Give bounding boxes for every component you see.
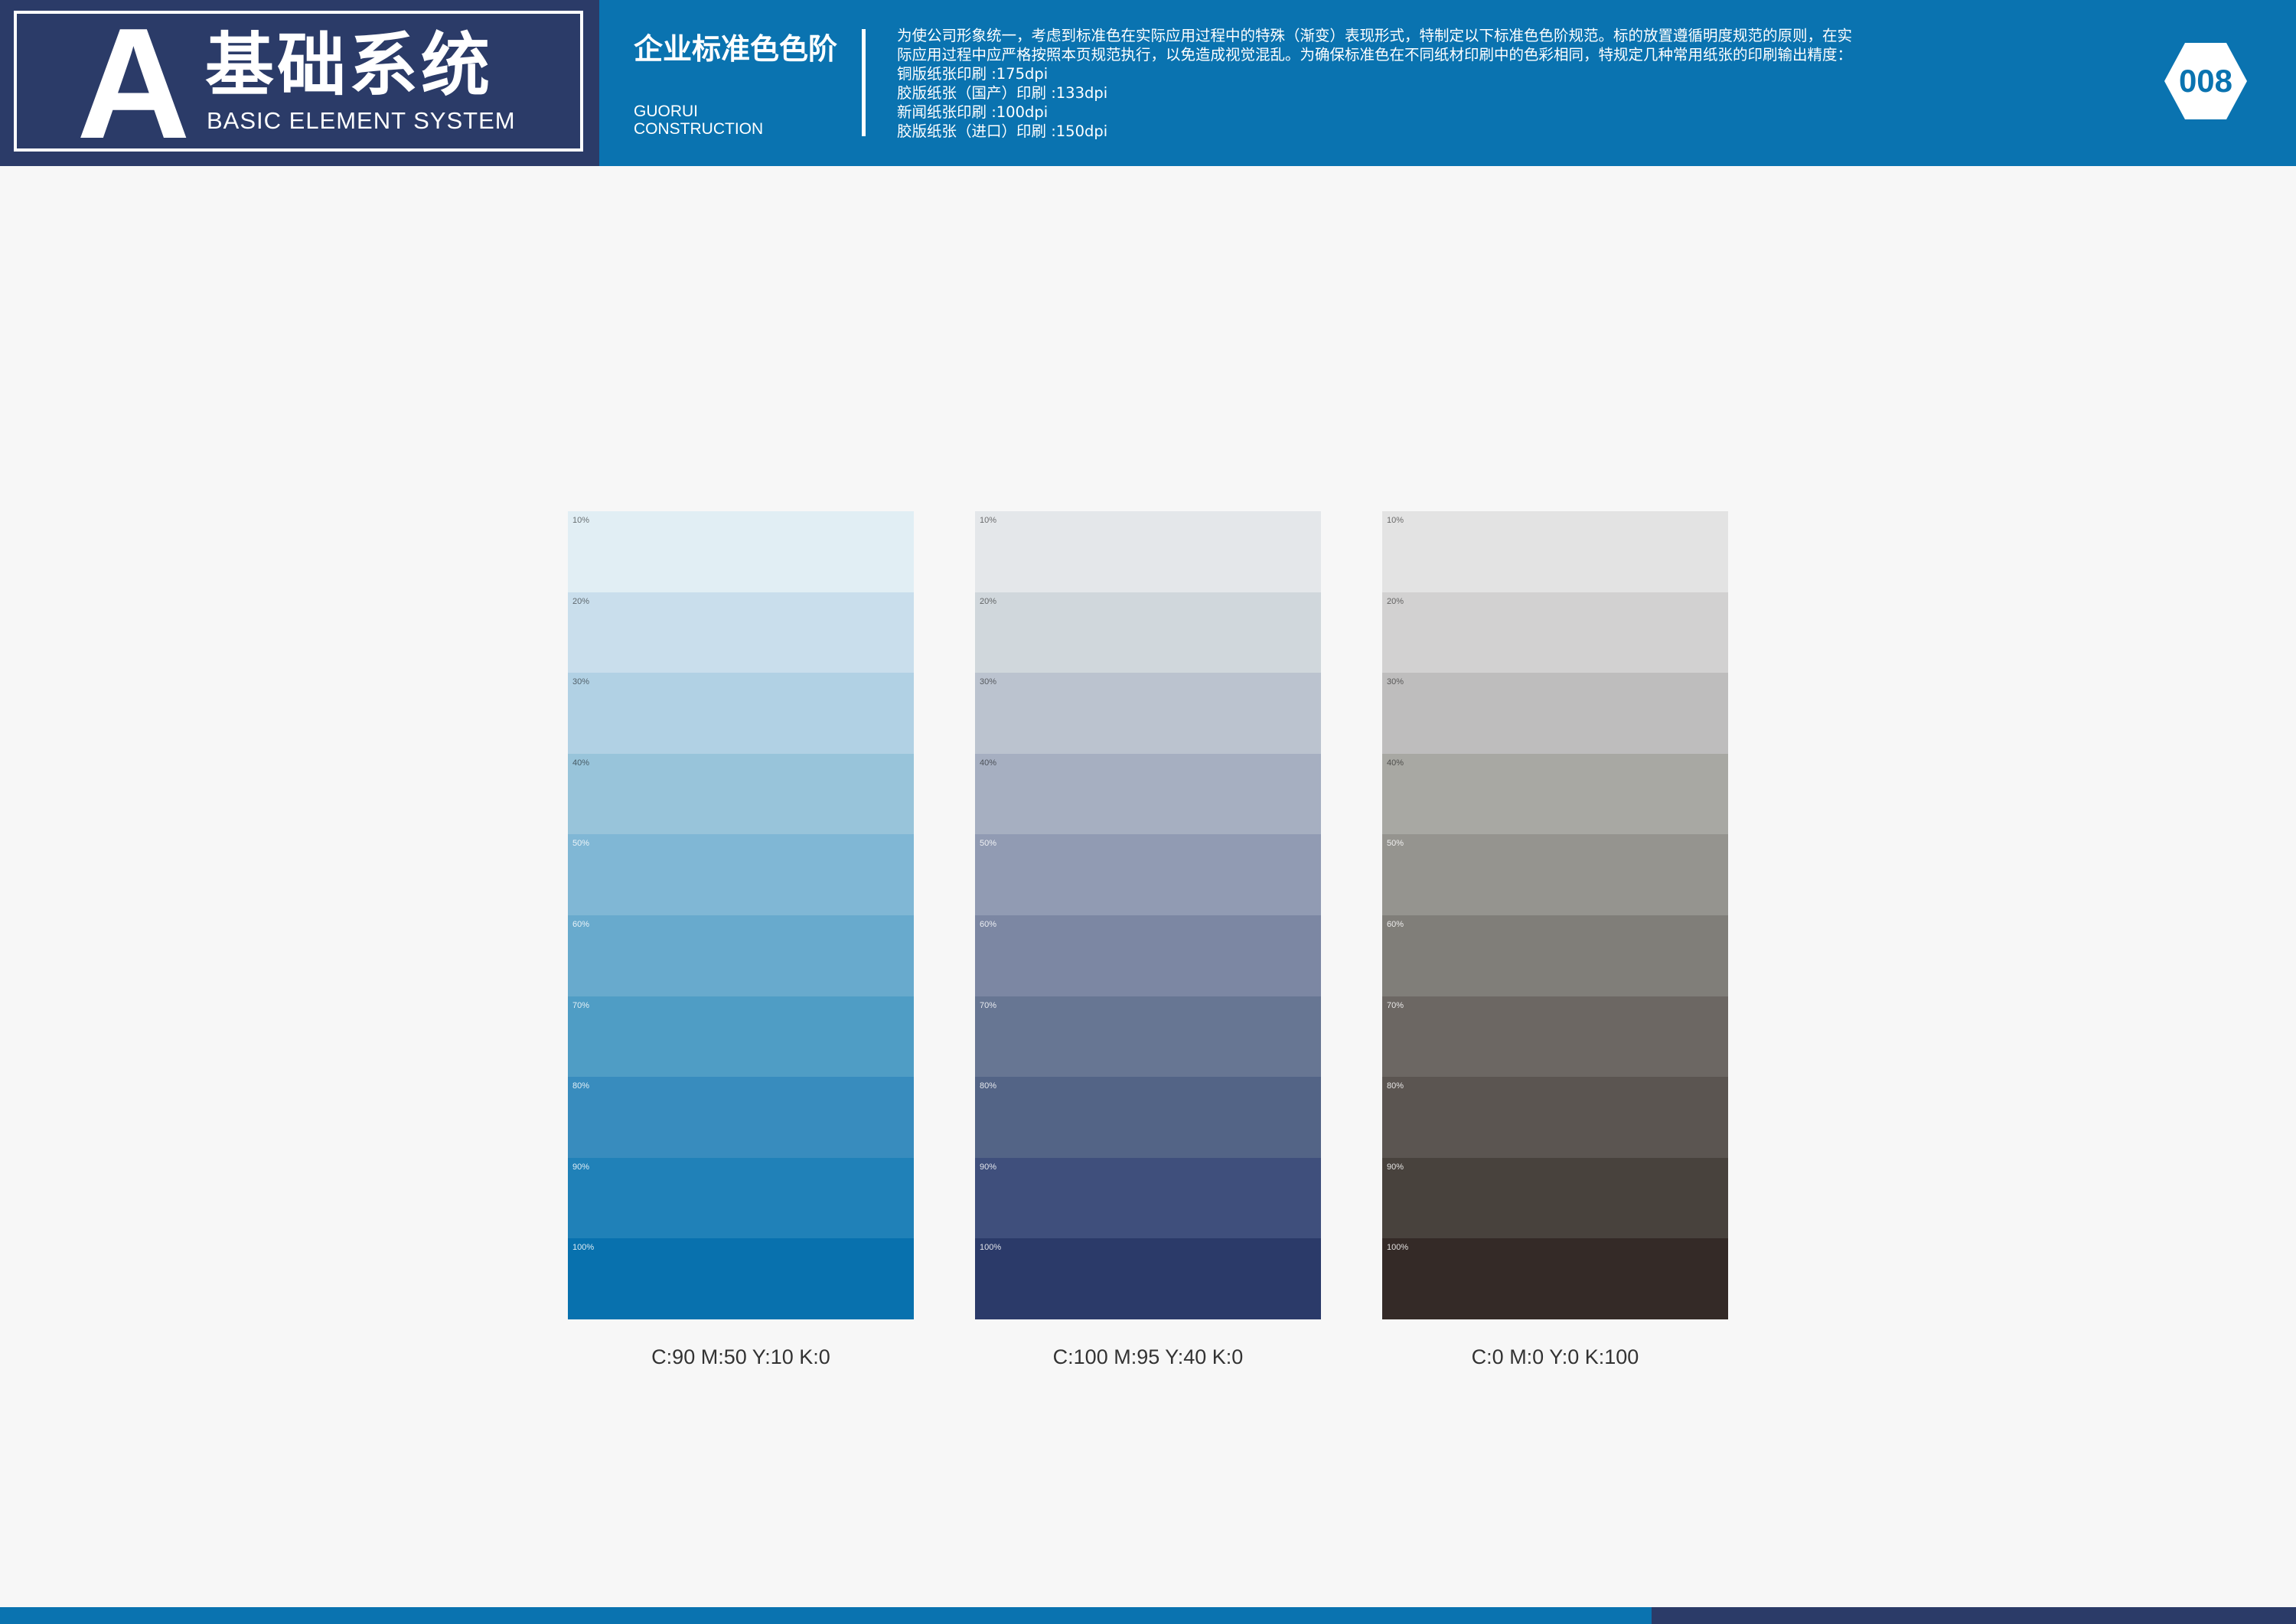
color-swatch: 100% [568, 1238, 914, 1319]
header-logo-block: A 基础系统 BASIC ELEMENT SYSTEM [0, 0, 599, 166]
color-swatch: 50% [1382, 834, 1728, 915]
swatch-percent-label: 80% [1387, 1081, 1404, 1091]
color-swatch: 90% [1382, 1157, 1728, 1239]
swatch-percent-label: 100% [572, 1243, 595, 1253]
swatch-percent-label: 50% [1387, 839, 1404, 849]
color-swatch: 10% [975, 511, 1321, 592]
description-text: 为使公司形象统一，考虑到标准色在实际应用过程中的特殊（渐变）表现形式，特制定以下… [897, 26, 1857, 141]
page-number: 008 [2178, 63, 2233, 99]
color-swatch: 60% [1382, 915, 1728, 996]
color-swatch: 70% [568, 996, 914, 1078]
swatch-percent-label: 60% [572, 919, 590, 929]
system-subtitle: BASIC ELEMENT SYSTEM [207, 107, 516, 134]
swatch-percent-label: 20% [572, 596, 590, 606]
color-swatch: 90% [568, 1157, 914, 1239]
palette-blue-scale: 10% 20% 30% 40% 50% 60% 70% 80% 90% 100% [568, 511, 914, 1319]
swatch-percent-label: 70% [1387, 1000, 1404, 1010]
color-swatch: 30% [1382, 673, 1728, 754]
swatch-percent-label: 10% [572, 516, 590, 525]
description-paragraph: 为使公司形象统一，考虑到标准色在实际应用过程中的特殊（渐变）表现形式，特制定以下… [897, 27, 1853, 64]
company-name-line-2: CONSTRUCTION [634, 120, 764, 138]
color-swatch: 30% [975, 673, 1321, 754]
company-name-line-1: GUORUI [634, 103, 698, 120]
swatch-percent-label: 30% [980, 677, 997, 687]
print-spec-item: 胶版纸张（进口）印刷 :150dpi [897, 122, 1108, 140]
color-swatch: 50% [975, 834, 1321, 915]
swatch-percent-label: 40% [1387, 758, 1404, 768]
color-swatch: 50% [568, 834, 914, 915]
page-number-badge: 008 [2164, 43, 2247, 119]
palette-black-caption: C:0 M:0 Y:0 K:100 [1471, 1345, 1639, 1368]
swatch-percent-label: 30% [1387, 677, 1404, 687]
swatch-percent-label: 100% [1387, 1243, 1409, 1253]
header-divider [862, 29, 866, 136]
swatch-percent-label: 70% [572, 1000, 590, 1010]
color-swatch: 10% [1382, 511, 1728, 592]
swatch-percent-label: 40% [572, 758, 590, 768]
section-title: 企业标准色色阶 [634, 32, 838, 66]
color-swatch: 100% [975, 1238, 1321, 1319]
swatch-percent-label: 40% [980, 758, 997, 768]
swatch-percent-label: 90% [980, 1162, 997, 1172]
color-swatch: 70% [975, 996, 1321, 1078]
swatch-percent-label: 100% [980, 1243, 1002, 1253]
color-swatch: 70% [1382, 996, 1728, 1078]
color-swatch: 10% [568, 511, 914, 592]
color-swatch: 40% [975, 753, 1321, 835]
system-title: 基础系统 [205, 25, 493, 106]
footer-bar-navy [1652, 1607, 2296, 1624]
swatch-percent-label: 90% [572, 1162, 590, 1172]
swatch-percent-label: 30% [572, 677, 590, 687]
color-swatch: 60% [975, 915, 1321, 996]
swatch-percent-label: 90% [1387, 1162, 1404, 1172]
swatch-percent-label: 60% [980, 919, 997, 929]
color-swatch: 60% [568, 915, 914, 996]
color-swatch: 80% [975, 1077, 1321, 1158]
swatch-percent-label: 10% [980, 516, 997, 525]
page-header: A 基础系统 BASIC ELEMENT SYSTEM 企业标准色色阶 GUOR… [0, 0, 2296, 166]
print-spec-item: 新闻纸张印刷 :100dpi [897, 103, 1049, 121]
swatch-percent-label: 20% [980, 596, 997, 606]
color-swatch: 100% [1382, 1238, 1728, 1319]
swatch-percent-label: 50% [980, 839, 997, 849]
swatch-percent-label: 70% [980, 1000, 997, 1010]
company-name-english: GUORUI CONSTRUCTION [634, 103, 833, 138]
color-swatch: 80% [1382, 1077, 1728, 1158]
print-spec-item: 胶版纸张（国产）印刷 :133dpi [897, 84, 1108, 102]
palette-navy-scale: 10% 20% 30% 40% 50% 60% 70% 80% 90% 100% [975, 511, 1321, 1319]
swatch-percent-label: 50% [572, 839, 590, 849]
color-swatch: 20% [1382, 592, 1728, 673]
color-swatch: 20% [568, 592, 914, 673]
swatch-percent-label: 60% [1387, 919, 1404, 929]
swatch-percent-label: 10% [1387, 516, 1404, 525]
swatch-percent-label: 20% [1387, 596, 1404, 606]
palette-navy-caption: C:100 M:95 Y:40 K:0 [1052, 1345, 1244, 1368]
print-spec-item: 铜版纸张印刷 :175dpi [897, 65, 1049, 83]
color-swatch: 80% [568, 1077, 914, 1158]
color-swatch: 90% [975, 1157, 1321, 1239]
color-swatch: 40% [1382, 753, 1728, 835]
color-swatch: 30% [568, 673, 914, 754]
palette-blue-caption: C:90 M:50 Y:10 K:0 [651, 1345, 830, 1368]
section-letter: A [77, 0, 191, 171]
color-swatch: 40% [568, 753, 914, 835]
swatch-percent-label: 80% [572, 1081, 590, 1091]
color-swatch: 20% [975, 592, 1321, 673]
footer-bar-blue [0, 1607, 1652, 1624]
palette-black-scale: 10% 20% 30% 40% 50% 60% 70% 80% 90% 100% [1382, 511, 1728, 1319]
swatch-percent-label: 80% [980, 1081, 997, 1091]
